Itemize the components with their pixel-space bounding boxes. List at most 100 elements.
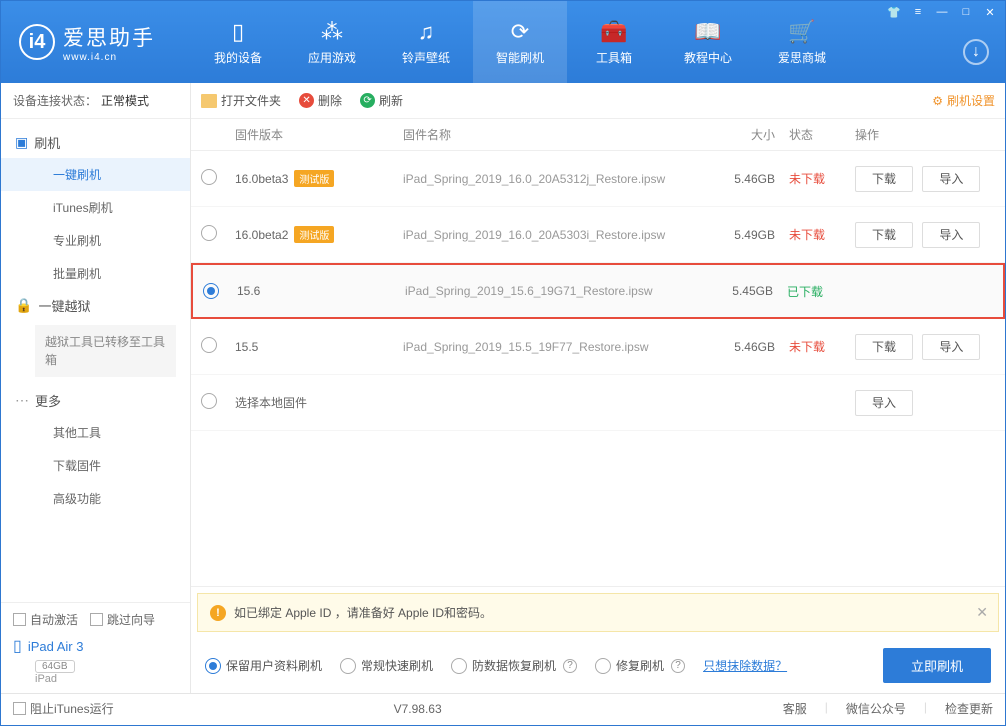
row-radio[interactable] bbox=[203, 283, 219, 299]
maximize-button[interactable]: □ bbox=[955, 3, 977, 21]
fw-version: 15.5 bbox=[235, 340, 258, 354]
fw-status: 未下载 bbox=[789, 340, 825, 354]
delete-button[interactable]: ✕删除 bbox=[299, 92, 342, 109]
device-info[interactable]: ▯ iPad Air 3 bbox=[13, 636, 178, 656]
wechat-link[interactable]: 微信公众号 bbox=[846, 700, 906, 717]
help-icon[interactable]: ? bbox=[671, 659, 685, 673]
update-link[interactable]: 检查更新 bbox=[945, 700, 993, 717]
header-status: 状态 bbox=[789, 126, 845, 143]
firmware-row[interactable]: 15.5 iPad_Spring_2019_15.5_19F77_Restore… bbox=[191, 319, 1005, 375]
refresh-icon: ⟳ bbox=[511, 19, 529, 45]
firmware-table-header: 固件版本 固件名称 大小 状态 操作 bbox=[191, 119, 1005, 151]
device-storage: 64GB bbox=[35, 660, 75, 673]
nav-toolbox[interactable]: 🧰工具箱 bbox=[567, 1, 661, 83]
nav-apps[interactable]: ⁂应用游戏 bbox=[285, 1, 379, 83]
nav-tutorials[interactable]: 📖教程中心 bbox=[661, 1, 755, 83]
sidebar-item-itunes[interactable]: iTunes刷机 bbox=[1, 191, 190, 224]
firmware-row[interactable]: 15.6 iPad_Spring_2019_15.6_19G71_Restore… bbox=[191, 263, 1005, 319]
header-name: 固件名称 bbox=[403, 126, 725, 143]
gear-icon: ⚙ bbox=[932, 94, 943, 108]
download-button[interactable]: 下载 bbox=[855, 334, 913, 360]
phone-icon: ▯ bbox=[232, 19, 244, 45]
connection-mode: 正常模式 bbox=[101, 92, 149, 109]
sidebar-heading-flash[interactable]: ▣刷机 bbox=[1, 127, 190, 158]
app-header: i4 爱思助手 www.i4.cn ▯我的设备 ⁂应用游戏 ♫铃声壁纸 ⟳智能刷… bbox=[1, 1, 1005, 83]
sidebar-item-batch[interactable]: 批量刷机 bbox=[1, 257, 190, 290]
fw-version: 16.0beta3 bbox=[235, 172, 288, 186]
row-radio[interactable] bbox=[201, 393, 217, 409]
import-button[interactable]: 导入 bbox=[855, 390, 913, 416]
refresh-icon: ⟳ bbox=[360, 93, 375, 108]
help-icon[interactable]: ? bbox=[563, 659, 577, 673]
sidebar-item-one-click[interactable]: 一键刷机 bbox=[1, 158, 190, 191]
footer: 阻止iTunes运行 V7.98.63 客服| 微信公众号| 检查更新 bbox=[1, 693, 1005, 723]
sidebar-item-download-fw[interactable]: 下载固件 bbox=[1, 449, 190, 482]
skip-wizard-checkbox[interactable]: 跳过向导 bbox=[90, 611, 155, 628]
firmware-row[interactable]: 选择本地固件 导入 bbox=[191, 375, 1005, 431]
nav-flash[interactable]: ⟳智能刷机 bbox=[473, 1, 567, 83]
nav-store[interactable]: 🛒爱思商城 bbox=[755, 1, 849, 83]
support-link[interactable]: 客服 bbox=[783, 700, 807, 717]
beta-badge: 测试版 bbox=[294, 170, 334, 187]
download-manager-button[interactable]: ↓ bbox=[963, 39, 989, 65]
fw-version: 15.6 bbox=[237, 284, 260, 298]
sidebar-item-pro[interactable]: 专业刷机 bbox=[1, 224, 190, 257]
logo-area: i4 爱思助手 www.i4.cn bbox=[1, 22, 191, 63]
flash-options: 保留用户资料刷机 常规快速刷机 防数据恢复刷机? 修复刷机? 只想抹除数据？ 立… bbox=[191, 638, 1005, 693]
block-itunes-checkbox[interactable]: 阻止iTunes运行 bbox=[13, 700, 114, 717]
main-content: 打开文件夹 ✕删除 ⟳刷新 ⚙刷机设置 固件版本 固件名称 大小 状态 操作 1… bbox=[191, 83, 1005, 693]
import-button[interactable]: 导入 bbox=[922, 334, 980, 360]
import-button[interactable]: 导入 bbox=[922, 166, 980, 192]
header-version: 固件版本 bbox=[235, 126, 403, 143]
fw-name: iPad_Spring_2019_15.6_19G71_Restore.ipsw bbox=[405, 284, 723, 298]
fw-version: 选择本地固件 bbox=[235, 396, 307, 410]
fw-size: 5.45GB bbox=[723, 284, 787, 298]
delete-icon: ✕ bbox=[299, 93, 314, 108]
fw-size: 5.46GB bbox=[725, 340, 789, 354]
nav-tabs: ▯我的设备 ⁂应用游戏 ♫铃声壁纸 ⟳智能刷机 🧰工具箱 📖教程中心 🛒爱思商城 bbox=[191, 1, 849, 83]
sidebar-item-other[interactable]: 其他工具 bbox=[1, 416, 190, 449]
import-button[interactable]: 导入 bbox=[922, 222, 980, 248]
refresh-button[interactable]: ⟳刷新 bbox=[360, 92, 403, 109]
logo-icon: i4 bbox=[19, 24, 55, 60]
opt-repair[interactable]: 修复刷机? bbox=[595, 657, 685, 674]
opt-keep-data[interactable]: 保留用户资料刷机 bbox=[205, 657, 322, 674]
app-version: V7.98.63 bbox=[394, 702, 442, 716]
flash-now-button[interactable]: 立即刷机 bbox=[883, 648, 991, 683]
sidebar-item-advanced[interactable]: 高级功能 bbox=[1, 482, 190, 515]
fw-status: 已下载 bbox=[787, 285, 823, 299]
sidebar-heading-more[interactable]: ⋯更多 bbox=[1, 385, 190, 416]
app-title: 爱思助手 bbox=[63, 22, 155, 52]
nav-ringtones[interactable]: ♫铃声壁纸 bbox=[379, 1, 473, 83]
header-size: 大小 bbox=[725, 126, 789, 143]
window-controls: 👕 ≡ — □ ✕ bbox=[883, 3, 1001, 21]
flash-icon: ▣ bbox=[15, 134, 28, 151]
toolbar: 打开文件夹 ✕删除 ⟳刷新 ⚙刷机设置 bbox=[191, 83, 1005, 119]
connection-status: 设备连接状态： 正常模式 bbox=[1, 83, 190, 119]
auto-activate-checkbox[interactable]: 自动激活 bbox=[13, 611, 78, 628]
lock-icon: 🔒 bbox=[15, 297, 32, 314]
row-radio[interactable] bbox=[201, 225, 217, 241]
sidebar: 设备连接状态： 正常模式 ▣刷机 一键刷机 iTunes刷机 专业刷机 批量刷机… bbox=[1, 83, 191, 693]
firmware-row[interactable]: 16.0beta2测试版 iPad_Spring_2019_16.0_20A53… bbox=[191, 207, 1005, 263]
book-icon: 📖 bbox=[694, 19, 721, 45]
alert-close-button[interactable]: ✕ bbox=[976, 604, 988, 621]
skin-button[interactable]: 👕 bbox=[883, 3, 905, 21]
fw-status: 未下载 bbox=[789, 228, 825, 242]
download-button[interactable]: 下载 bbox=[855, 222, 913, 248]
sidebar-heading-jailbreak[interactable]: 🔒一键越狱 bbox=[1, 290, 190, 321]
opt-recover[interactable]: 防数据恢复刷机? bbox=[451, 657, 577, 674]
close-button[interactable]: ✕ bbox=[979, 3, 1001, 21]
menu-button[interactable]: ≡ bbox=[907, 3, 929, 21]
minimize-button[interactable]: — bbox=[931, 3, 953, 21]
sidebar-bottom: 自动激活 跳过向导 ▯ iPad Air 3 64GB iPad bbox=[1, 602, 190, 693]
nav-my-device[interactable]: ▯我的设备 bbox=[191, 1, 285, 83]
flash-settings-button[interactable]: ⚙刷机设置 bbox=[932, 92, 995, 109]
download-button[interactable]: 下载 bbox=[855, 166, 913, 192]
row-radio[interactable] bbox=[201, 169, 217, 185]
opt-quick[interactable]: 常规快速刷机 bbox=[340, 657, 433, 674]
firmware-row[interactable]: 16.0beta3测试版 iPad_Spring_2019_16.0_20A53… bbox=[191, 151, 1005, 207]
row-radio[interactable] bbox=[201, 337, 217, 353]
erase-data-link[interactable]: 只想抹除数据？ bbox=[703, 657, 787, 674]
open-folder-button[interactable]: 打开文件夹 bbox=[201, 92, 281, 109]
